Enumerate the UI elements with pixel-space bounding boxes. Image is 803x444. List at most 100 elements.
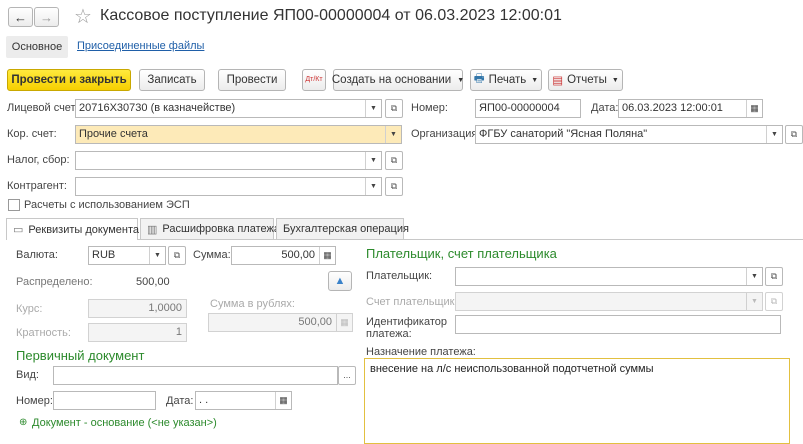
payer-header: Плательщик, счет плательщика xyxy=(366,246,557,261)
window-title: Кассовое поступление ЯП00-00000004 от 06… xyxy=(100,7,562,24)
doc-number-label: Номер: xyxy=(16,395,53,407)
select-ellipsis-button[interactable]: ... xyxy=(338,366,356,385)
currency-value: RUB xyxy=(92,249,116,261)
doc-date-field[interactable]: . . ▦ xyxy=(195,391,292,410)
calendar-icon[interactable]: ▦ xyxy=(746,100,762,117)
tab-attached-files[interactable]: Присоединенные файлы xyxy=(77,40,204,52)
chevron-down-icon: ▼ xyxy=(746,293,762,310)
chevron-down-icon: ▼ xyxy=(457,76,465,84)
rub-sum-value: 500,00 xyxy=(298,316,332,328)
distributed-label: Распределено: xyxy=(16,276,93,288)
tab-accounting-operation[interactable]: Бухгалтерская операция xyxy=(276,218,409,239)
calendar-icon[interactable]: ▦ xyxy=(275,392,291,409)
open-icon: ⧉ xyxy=(765,292,783,311)
sum-label: Сумма: xyxy=(193,249,231,261)
currency-label: Валюта: xyxy=(16,249,58,261)
number-label: Номер: xyxy=(411,102,448,114)
multiplicity-field: 1 xyxy=(88,323,187,342)
date-field[interactable]: 06.03.2023 12:00:01 ▦ xyxy=(618,99,763,118)
account-label: Лицевой счет: xyxy=(7,102,79,114)
purpose-label: Назначение платежа: xyxy=(366,346,476,358)
reports-button[interactable]: ▤ Отчеты ▼ xyxy=(548,69,623,91)
contractor-label: Контрагент: xyxy=(7,180,67,192)
print-label: Печать xyxy=(488,74,527,86)
sum-field[interactable]: 500,00 ▦ xyxy=(231,246,336,265)
open-icon[interactable]: ⧉ xyxy=(168,246,186,265)
forward-button[interactable]: → xyxy=(34,7,59,27)
organization-label: Организация: xyxy=(411,128,481,140)
number-field[interactable]: ЯП00-00000004 xyxy=(475,99,581,118)
payment-id-label: Идентификатор платежа: xyxy=(366,316,447,340)
chevron-down-icon[interactable]: ▼ xyxy=(746,268,762,285)
corr-account-label: Кор. счет: xyxy=(7,128,57,140)
tab-document-details[interactable]: ▭ Реквизиты документа xyxy=(6,218,140,240)
back-button[interactable]: ← xyxy=(8,7,33,27)
tab-payment-breakdown-label: Расшифровка платежа xyxy=(162,223,280,235)
kind-label: Вид: xyxy=(16,369,39,381)
payer-account-label: Счет плательщика: xyxy=(366,296,464,308)
tab-document-details-label: Реквизиты документа xyxy=(28,223,140,236)
chevron-down-icon[interactable]: ▼ xyxy=(766,126,782,143)
doc-date-label: Дата: xyxy=(166,395,194,407)
rub-sum-label: Сумма в рублях: xyxy=(210,298,295,310)
save-button[interactable]: Записать xyxy=(139,69,205,91)
organization-value: ФГБУ санаторий "Ясная Поляна" xyxy=(479,128,648,140)
payer-field[interactable]: ▼ xyxy=(455,267,763,286)
distributed-value: 500,00 xyxy=(136,276,170,288)
chevron-down-icon[interactable]: ▼ xyxy=(365,100,381,117)
basis-document-link[interactable]: Документ - основание (<не указан>) xyxy=(32,417,217,429)
chevron-down-icon[interactable]: ▼ xyxy=(365,152,381,169)
corr-account-value: Прочие счета xyxy=(79,128,148,140)
tab-accounting-operation-label: Бухгалтерская операция xyxy=(283,223,409,235)
document-icon: ▭ xyxy=(13,224,24,236)
account-field[interactable]: 20716Х30730 (в казначействе) ▼ xyxy=(75,99,382,118)
tax-label: Налог, сбор: xyxy=(7,154,70,166)
contractor-field[interactable]: ▼ xyxy=(75,177,382,196)
favorite-star-icon[interactable]: ☆ xyxy=(74,4,92,29)
link-icon: ⊕ xyxy=(19,417,28,428)
payment-id-field[interactable] xyxy=(455,315,781,334)
kind-field[interactable] xyxy=(53,366,338,385)
chevron-down-icon[interactable]: ▼ xyxy=(149,247,165,264)
payer-account-field: ▼ xyxy=(455,292,763,311)
primary-document-header: Первичный документ xyxy=(16,348,145,363)
open-icon[interactable]: ⧉ xyxy=(385,177,403,196)
doc-date-value: . . xyxy=(199,394,209,406)
create-based-on-button[interactable]: Создать на основании ▼ xyxy=(331,69,465,91)
calculator-icon[interactable]: ▦ xyxy=(319,247,335,264)
rate-label: Курс: xyxy=(16,303,43,315)
doc-number-field[interactable] xyxy=(53,391,156,410)
tab-payment-breakdown[interactable]: ▥ Расшифровка платежа xyxy=(140,218,280,239)
table-icon: ▥ xyxy=(147,223,158,236)
purpose-textarea[interactable]: внесение на л/с неиспользованной подотче… xyxy=(364,358,790,444)
esp-checkbox[interactable] xyxy=(8,199,20,211)
open-icon[interactable]: ⧉ xyxy=(385,99,403,118)
post-and-close-button[interactable]: Провести и закрыть xyxy=(7,69,131,91)
chevron-down-icon[interactable]: ▼ xyxy=(365,178,381,195)
create-based-on-label: Создать на основании xyxy=(331,74,452,86)
tab-main[interactable]: Основное xyxy=(6,36,68,58)
tax-field[interactable]: ▼ xyxy=(75,151,382,170)
report-icon: ▤ xyxy=(552,75,564,87)
post-button[interactable]: Провести xyxy=(218,69,286,91)
account-value: 20716Х30730 (в казначействе) xyxy=(79,102,236,114)
organization-field[interactable]: ФГБУ санаторий "Ясная Поляна" ▼ xyxy=(475,125,783,144)
open-icon[interactable]: ⧉ xyxy=(785,125,803,144)
currency-field[interactable]: RUB ▼ xyxy=(88,246,166,265)
calculator-icon: ▦ xyxy=(336,314,352,331)
open-icon[interactable]: ⧉ xyxy=(385,151,403,170)
distribute-arrow-icon[interactable]: ▲ xyxy=(328,271,352,291)
payer-label: Плательщик: xyxy=(366,270,433,282)
date-label: Дата: xyxy=(591,102,619,114)
esp-label: Расчеты с использованием ЭСП xyxy=(24,199,190,211)
multiplicity-label: Кратность: xyxy=(16,327,71,339)
rub-sum-field: 500,00 ▦ xyxy=(208,313,353,332)
dtkt-icon[interactable]: Дт/Кт xyxy=(302,69,326,91)
chevron-down-icon: ▼ xyxy=(531,76,539,84)
open-icon[interactable]: ⧉ xyxy=(765,267,783,286)
print-button[interactable]: 🖶 Печать ▼ xyxy=(470,69,542,91)
date-value: 06.03.2023 12:00:01 xyxy=(622,102,723,114)
chevron-down-icon[interactable]: ▼ xyxy=(385,126,401,143)
corr-account-field[interactable]: Прочие счета ▼ xyxy=(75,125,402,144)
printer-icon: 🖶 xyxy=(473,72,485,85)
